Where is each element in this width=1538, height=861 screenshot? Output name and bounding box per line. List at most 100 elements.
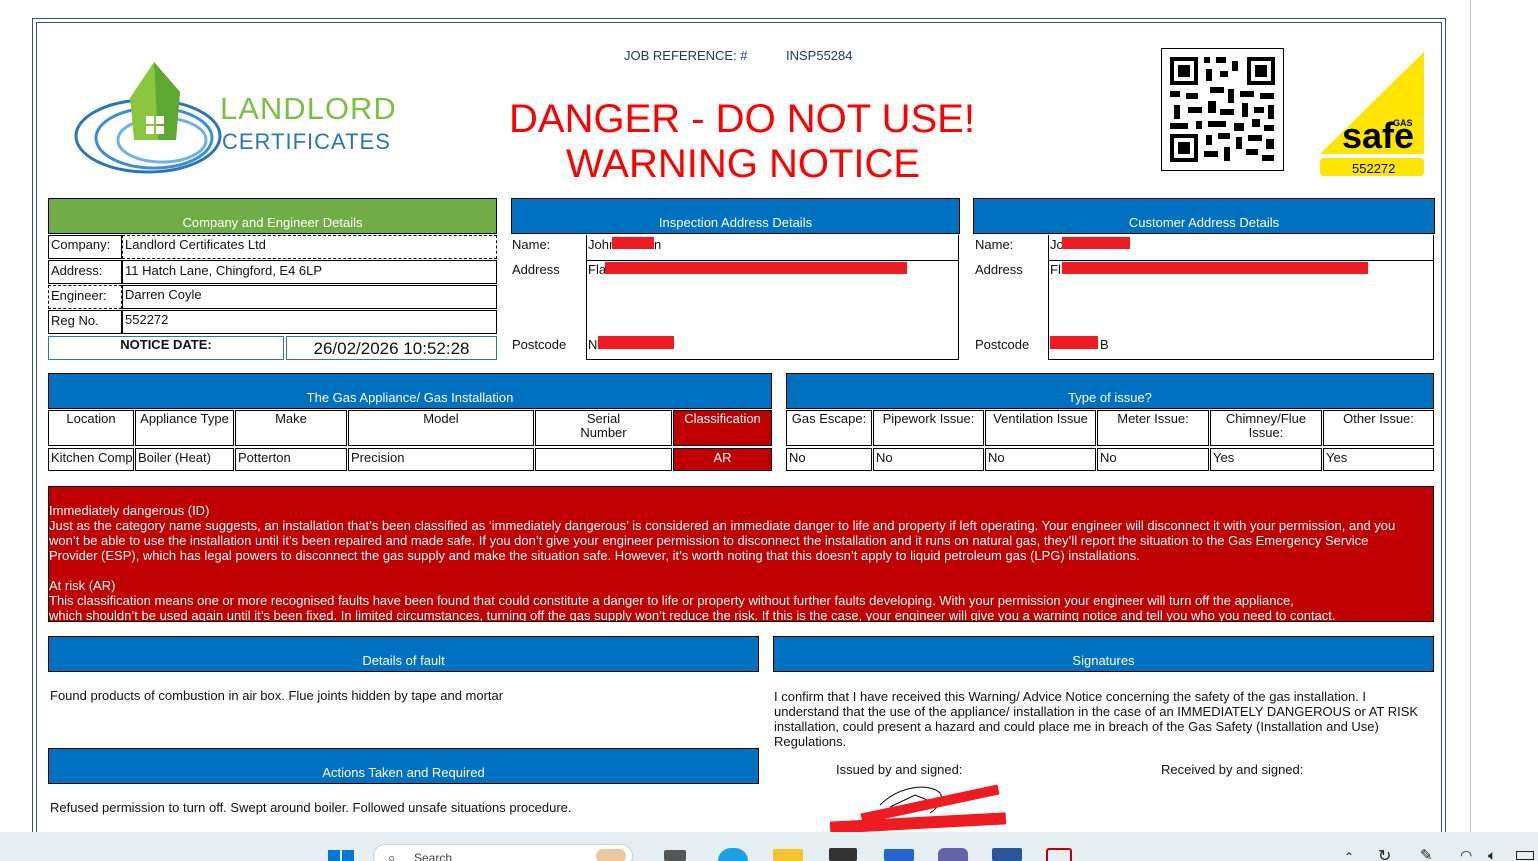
- appliance-col-make: Make: [235, 410, 347, 446]
- inspection-section-header: Inspection Address Details: [511, 198, 960, 234]
- company-section-title: Company and Engineer Details: [182, 215, 363, 230]
- signature-scribble-icon: [829, 784, 1007, 834]
- company-section-header: Company and Engineer Details: [48, 198, 497, 234]
- issue-row-gas-escape: No: [786, 448, 872, 471]
- logo-text-landlord: LANDLORD: [220, 91, 397, 126]
- appliance-row-make: Potterton: [235, 448, 347, 471]
- screen: LANDLORD CERTIFICATES JOB REFERENCE: # I…: [0, 0, 1538, 861]
- document-page: LANDLORD CERTIFICATES JOB REFERENCE: # I…: [0, 0, 1471, 848]
- fault-section-header: Details of fault: [48, 636, 759, 672]
- reg-no-value: 552272: [122, 310, 497, 334]
- signature-statement-line1: I confirm that I have received this Warn…: [774, 689, 1367, 704]
- customer-name-label: Name:: [975, 237, 1014, 252]
- qr-code: [1161, 48, 1284, 171]
- received-by-label: Received by and signed:: [1161, 762, 1304, 777]
- id-text-line3: Provider (ESP), which has legal powers t…: [49, 548, 1140, 563]
- word-icon[interactable]: [992, 848, 1022, 861]
- wifi-icon[interactable]: ◠: [1460, 847, 1472, 861]
- customer-postcode-redaction: [1050, 336, 1098, 349]
- landlord-certificates-logo: LANDLORD CERTIFICATES: [70, 58, 400, 178]
- issue-col-pipework: Pipework Issue:: [873, 410, 984, 446]
- inspection-address-value: Fla: [588, 262, 607, 277]
- inspection-section-title: Inspection Address Details: [658, 215, 813, 230]
- issue-col-ventilation: Ventilation Issue: [985, 410, 1096, 446]
- file-explorer-icon[interactable]: [773, 849, 803, 861]
- appliance-row-classification: AR: [673, 448, 772, 471]
- actions-section-title: Actions Taken and Required: [322, 765, 485, 780]
- ar-text-line2: which shouldn’t be used again until it’s…: [49, 608, 1336, 622]
- inspection-address-redaction: [605, 262, 907, 274]
- inspection-name-label: Name:: [512, 237, 551, 252]
- inspection-name-redaction: [612, 237, 654, 249]
- active-app-icon[interactable]: [1046, 848, 1072, 861]
- appliance-col-serial: Serial Number: [535, 410, 672, 446]
- appliance-col-classification: Classification: [673, 410, 772, 446]
- engineer-signature: [829, 775, 1010, 834]
- appliance-col-model: Model: [348, 410, 534, 446]
- windows-start-icon: [328, 850, 354, 861]
- appliance-row-type: Boiler (Heat): [135, 448, 234, 471]
- issue-col-other: Other Issue:: [1323, 410, 1434, 446]
- engineer-label: Engineer:: [48, 285, 122, 309]
- pen-icon[interactable]: ✎: [1420, 846, 1433, 861]
- customer-name-redaction: [1062, 237, 1130, 249]
- issue-row-pipework: No: [873, 448, 984, 471]
- inspection-postcode-value: N: [588, 337, 598, 352]
- refresh-icon[interactable]: ↻: [1378, 846, 1391, 861]
- issue-row-ventilation: No: [985, 448, 1096, 471]
- id-text-line1: Just as the category name suggests, an i…: [49, 518, 1396, 533]
- inspection-postcode-label: Postcode: [512, 337, 567, 352]
- classification-info-box: Immediately dangerous (ID) Just as the c…: [48, 486, 1434, 622]
- store-icon[interactable]: [829, 848, 857, 861]
- teams-icon[interactable]: [938, 848, 968, 861]
- signature-statement-line2: understand that the use of the appliance…: [774, 704, 1419, 719]
- signatures-section-header: Signatures: [773, 636, 1434, 672]
- qr-code-icon: [1170, 57, 1275, 162]
- engineer-value: Darren Coyle: [122, 285, 497, 309]
- volume-icon[interactable]: 🔈︎: [1488, 847, 1496, 861]
- company-value: Landlord Certificates Ltd: [122, 235, 497, 259]
- address-value: 11 Hatch Lane, Chingford, E4 6LP: [122, 260, 497, 284]
- id-text-line2: won’t be able to use the installation un…: [49, 533, 1369, 548]
- search-highlight-icon: [596, 849, 626, 861]
- notice-date-label: NOTICE DATE:: [48, 336, 284, 360]
- issue-row-meter: No: [1097, 448, 1209, 471]
- notice-date-value-text: 26/02/2026 10:52:28: [313, 339, 470, 358]
- taskbar: ⌕ Search ⌃ ↻ ✎ ◠ 🔈︎: [0, 832, 1538, 861]
- danger-title: DANGER - DO NOT USE!: [509, 97, 975, 141]
- todo-icon[interactable]: [884, 849, 914, 861]
- start-button[interactable]: [327, 848, 355, 861]
- fault-text: Found products of combustion in air box.…: [50, 688, 504, 703]
- show-hidden-icons-icon[interactable]: ⌃: [1344, 850, 1354, 861]
- window-right-margin: [1472, 0, 1538, 832]
- issue-col-chimney-text: Chimney/Flue Issue:: [1225, 411, 1307, 440]
- customer-postcode-label: Postcode: [975, 337, 1030, 352]
- signature-statement-line4: Regulations.: [774, 734, 847, 749]
- appliance-row-location: Kitchen Comp: [48, 448, 134, 471]
- appliance-col-serial-text: Serial Number: [580, 411, 627, 440]
- customer-name-divider: [1048, 260, 1434, 261]
- appliance-col-location: Location: [48, 410, 134, 446]
- edge-browser-icon[interactable]: [718, 848, 748, 861]
- warning-notice-title: WARNING NOTICE: [566, 142, 921, 186]
- taskbar-search-box[interactable]: ⌕ Search: [373, 844, 633, 861]
- job-reference-value: INSP55284: [786, 48, 853, 63]
- search-text: Search: [414, 851, 453, 861]
- task-view-icon[interactable]: [664, 850, 686, 861]
- appliance-section-title: The Gas Appliance/ Gas Installation: [306, 390, 514, 405]
- id-title: Immediately dangerous (ID): [49, 503, 210, 518]
- inspection-name-divider: [586, 260, 959, 261]
- issue-row-other: Yes: [1323, 448, 1434, 471]
- signature-statement-line3: installation, could present a hazard and…: [774, 719, 1379, 734]
- issue-section-title: Type of issue?: [1068, 390, 1152, 405]
- gas-safe-number: 552272: [1352, 161, 1396, 176]
- actions-section-header: Actions Taken and Required: [48, 748, 759, 784]
- inspection-name-tail: n: [654, 237, 662, 252]
- customer-postcode-value: B: [1100, 337, 1109, 352]
- customer-address-value: Fl: [1050, 262, 1061, 277]
- appliance-section-header: The Gas Appliance/ Gas Installation: [48, 373, 772, 409]
- ar-title: At risk (AR): [49, 578, 116, 593]
- address-label: Address:: [48, 260, 122, 284]
- battery-icon[interactable]: [1516, 851, 1534, 860]
- gas-safe-logo: GAS safe 552272: [1320, 52, 1426, 178]
